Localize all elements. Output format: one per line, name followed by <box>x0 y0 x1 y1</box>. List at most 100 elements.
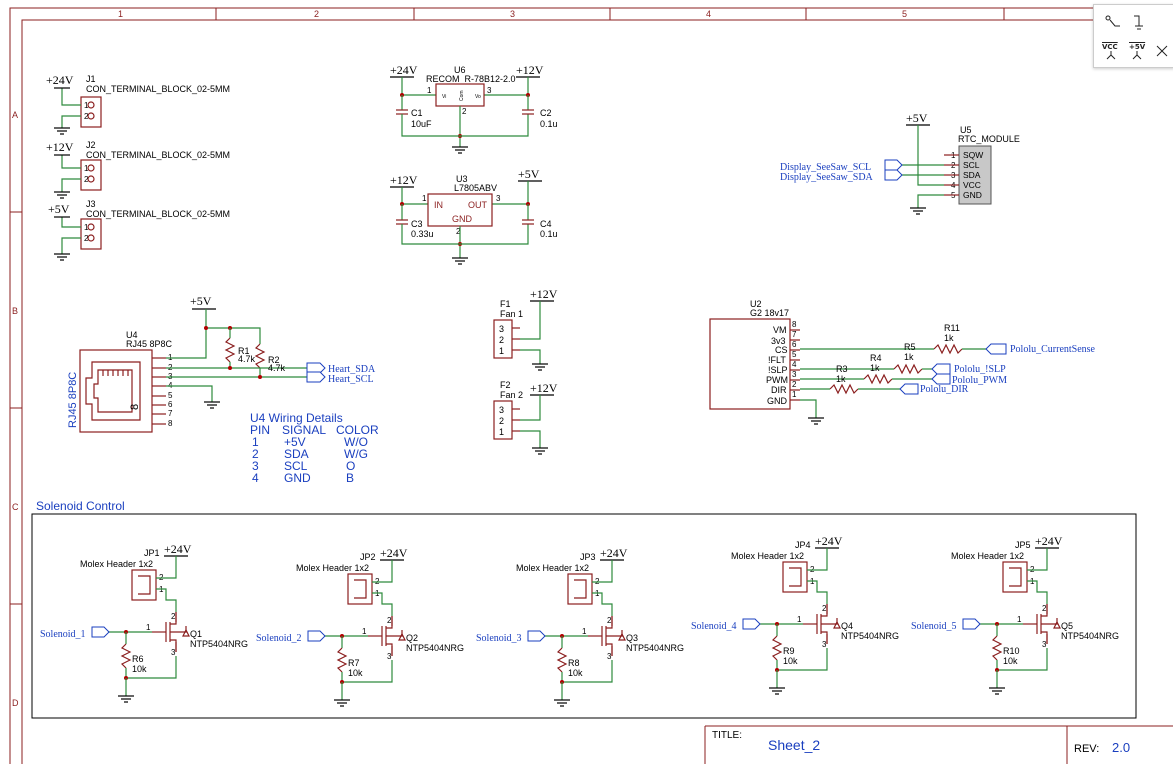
component-ref: R6 <box>132 654 144 664</box>
component-ref: Q4 <box>841 621 853 631</box>
pin-number: 1 <box>146 623 151 632</box>
net-label-slp: Pololu_!SLP <box>954 364 1006 375</box>
component-value: 4.7k <box>268 363 286 373</box>
net-label-current-sense: Pololu_CurrentSense <box>1010 344 1096 355</box>
title-value: Sheet_2 <box>768 737 820 753</box>
pin-number: 7 <box>792 330 797 339</box>
pin-label: VCC <box>963 180 981 190</box>
fan-f1[interactable]: +12V F1 Fan 1 3 2 1 <box>493 287 558 371</box>
pin-label: DIR <box>771 385 787 395</box>
pin-number: 1 <box>84 223 89 232</box>
vcc-flag-tool[interactable]: VCC <box>1100 39 1126 65</box>
rj45-side-label: RJ45 8P8C <box>67 372 79 428</box>
pin-label: GND <box>452 214 473 224</box>
pin-number: 3 <box>499 405 504 415</box>
component-value: 1k <box>836 374 846 384</box>
no-connect-icon <box>1156 45 1168 57</box>
ground-tool[interactable] <box>1126 9 1152 35</box>
component-value: NTP5404NRG <box>1061 631 1119 641</box>
pin-label: SDA <box>963 170 981 180</box>
component-ref: F1 <box>500 299 511 309</box>
terminal-j1[interactable]: +24V J1 CON_TERMINAL_BLOCK_02-5MM 1 2 <box>46 73 230 135</box>
pin-number: 2 <box>84 175 89 184</box>
terminal-j2[interactable]: +12V J2 CON_TERMINAL_BLOCK_02-5MM 1 2 <box>46 140 230 199</box>
rj45-body-number: 8 <box>129 404 141 410</box>
component-value: Molex Header 1x2 <box>80 559 153 569</box>
pin-number: 2 <box>499 416 504 426</box>
pin-number: 3 <box>499 324 504 334</box>
net-label-solenoid: Solenoid_4 <box>691 621 737 632</box>
power-net-label: +24V <box>600 546 628 560</box>
power-net-label: +24V <box>46 73 74 87</box>
pin-number: 3 <box>171 648 176 657</box>
component-value: Molex Header 1x2 <box>296 563 369 573</box>
ruler-col-4: 4 <box>706 9 711 19</box>
wiring-cell: 4 <box>252 471 259 485</box>
pin-number: 2 <box>607 616 612 625</box>
component-value: 10k <box>1003 656 1018 666</box>
regulator-u6[interactable]: +24V +12V U6 RECOM_R-78B12-2.0 Vi Vo Com… <box>390 63 558 154</box>
net-label-solenoid: Solenoid_5 <box>911 621 957 632</box>
schematic-toolbox: VCC +5V <box>1093 4 1173 68</box>
component-value: 10k <box>132 664 147 674</box>
pin-number: 3 <box>487 86 492 95</box>
ruler-col-5: 5 <box>902 9 907 19</box>
pin-number: 2 <box>84 112 89 121</box>
component-ref: Q3 <box>626 633 638 643</box>
solenoid-channels: +24VJP1Molex Header 1x221123Q1NTP5404NRG… <box>40 534 1119 707</box>
component-value: 1k <box>944 333 954 343</box>
no-connect-tool[interactable] <box>1150 39 1173 65</box>
ruler-row-d: D <box>12 698 19 708</box>
pin-number: 1 <box>362 627 367 636</box>
solenoid-channel-4[interactable]: +24VJP4Molex Header 1x221123Q4NTP5404NRG… <box>691 534 899 695</box>
pin-label: OUT <box>468 200 488 210</box>
pin-label: Com <box>459 90 465 101</box>
solenoid-control-section: Solenoid Control <box>31 499 1137 719</box>
component-value: 0.1u <box>540 229 558 239</box>
rtc-module-u5[interactable]: +5V U5 RTC_MODULE SQW SCL SDA VCC GND 1 … <box>780 111 1020 215</box>
component-value: 1k <box>904 352 914 362</box>
power-net-label: +5V <box>48 202 70 216</box>
solenoid-channel-2[interactable]: +24VJP2Molex Header 1x221123Q2NTP5404NRG… <box>256 546 464 707</box>
pin-number: 3 <box>1042 640 1047 649</box>
solenoid-channel-5[interactable]: +24VJP5Molex Header 1x221123Q5NTP5404NRG… <box>911 534 1119 695</box>
5v-flag-tool[interactable]: +5V <box>1126 39 1152 65</box>
component-value: 10uF <box>411 119 432 129</box>
component-value: 1k <box>870 363 880 373</box>
power-net-label: +24V <box>1035 534 1063 548</box>
rev-value: 2.0 <box>1112 740 1130 755</box>
pin-number: 2 <box>84 234 89 243</box>
solenoid-channel-3[interactable]: +24VJP3Molex Header 1x221123Q3NTP5404NRG… <box>476 546 684 707</box>
regulator-u3[interactable]: +12V +5V U3 L7805ABV IN OUT GND 1 3 2 C3… <box>390 167 558 265</box>
ruler-col-3: 3 <box>510 9 515 19</box>
motor-driver-u2[interactable]: U2 G2 18v17 VM 3v3 CS !FLT !SLP PWM DIR … <box>709 299 1096 425</box>
component-value: 0.1u <box>540 119 558 129</box>
component-value: Fan 1 <box>500 309 523 319</box>
power-net-label: +12V <box>46 140 74 154</box>
component-value: NTP5404NRG <box>841 631 899 641</box>
net-label-sda: Display_SeeSaw_SDA <box>780 172 874 183</box>
net-label-tool[interactable] <box>1100 9 1126 35</box>
pin-label: !FLT <box>768 355 786 365</box>
component-value: Molex Header 1x2 <box>731 551 804 561</box>
solenoid-channel-1[interactable]: +24VJP1Molex Header 1x221123Q1NTP5404NRG… <box>40 542 248 703</box>
pin-label: VM <box>773 325 787 335</box>
fan-f2[interactable]: +12V F2 Fan 2 3 2 1 <box>493 380 558 455</box>
pin-number: 1 <box>84 164 89 173</box>
pin-number: 3 <box>607 652 612 661</box>
component-value: Molex Header 1x2 <box>516 563 589 573</box>
ruler-row-a: A <box>12 110 18 120</box>
component-value: RTC_MODULE <box>958 134 1020 144</box>
component-value: NTP5404NRG <box>190 639 248 649</box>
pin-number: 2 <box>387 616 392 625</box>
component-ref: R10 <box>1003 646 1020 656</box>
pin-label: Vo <box>475 94 481 100</box>
component-ref: R9 <box>783 646 795 656</box>
component-value: 4.7k <box>238 354 256 364</box>
pin-number: 1 <box>582 627 587 636</box>
pin-number: 1 <box>427 86 432 95</box>
component-ref: JP2 <box>360 552 376 562</box>
pin-label: IN <box>434 200 443 210</box>
terminal-j3[interactable]: +5V J3 CON_TERMINAL_BLOCK_02-5MM 1 2 <box>48 199 230 261</box>
component-ref: R7 <box>348 658 360 668</box>
